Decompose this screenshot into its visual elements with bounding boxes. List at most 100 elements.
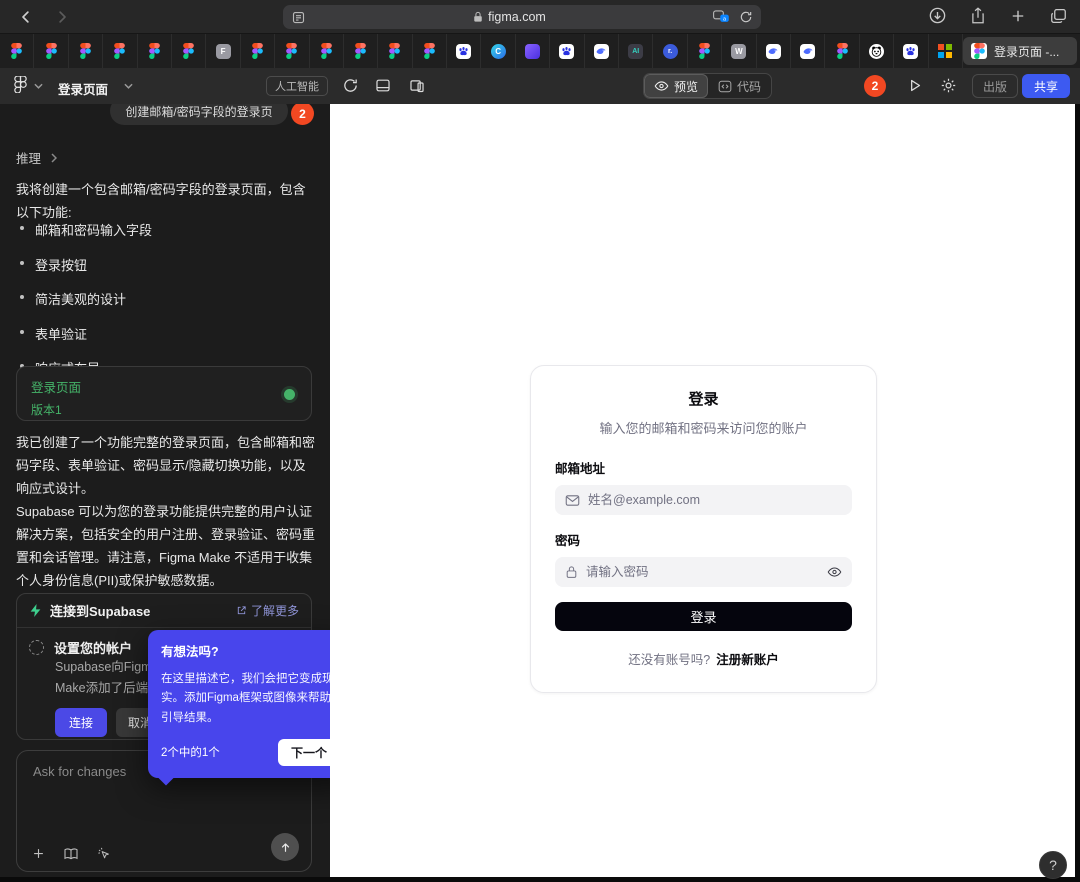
setup-account-title: 设置您的帐户 [54,638,132,657]
login-title: 登录 [555,388,852,409]
pinned-tab[interactable]: r. [653,34,687,68]
list-item: 表单验证 [18,324,152,343]
pinned-tab[interactable] [688,34,722,68]
book-icon[interactable] [63,846,79,861]
version-card-version: 版本1 [31,401,297,418]
reasoning-toggle[interactable]: 推理 [16,148,57,167]
gear-icon[interactable] [940,77,957,94]
signup-link[interactable]: 注册新账户 [716,653,779,667]
pinned-tab[interactable] [378,34,412,68]
downloads-icon[interactable] [928,6,947,25]
assistant-supabase-note: Supabase 可以为您的登录功能提供完整的用户认证解决方案，包括安全的用户注… [16,500,316,592]
lightning-bolt-icon [29,603,42,618]
email-input[interactable] [588,493,842,507]
message-count-badge: 2 [291,104,314,125]
pinned-tab[interactable]: AI [619,34,653,68]
r-circle-icon: r. [663,44,678,59]
pinned-tab[interactable] [34,34,68,68]
pinned-tab[interactable] [757,34,791,68]
browser-frame-icon[interactable] [374,77,392,94]
figma-icon [321,43,332,59]
connect-button[interactable]: 连接 [55,708,107,737]
version-card[interactable]: 登录页面 版本1 [16,366,312,421]
ms-squares-icon [938,44,952,58]
reader-view-icon[interactable] [291,10,306,25]
pinned-tab[interactable] [241,34,275,68]
password-input[interactable] [586,565,819,579]
make-toolbar: 登录页面 人工智能 预览 代码 2 出版 共享 [0,68,1080,104]
sparkle-cursor-icon[interactable] [96,846,112,861]
active-tab[interactable]: 登录页面 -... [963,37,1077,65]
figma-icon [183,43,194,59]
tab-code[interactable]: 代码 [708,74,771,98]
pinned-tab[interactable] [550,34,584,68]
browser-back-icon[interactable] [16,7,36,27]
version-card-title: 登录页面 [31,377,297,396]
login-card: 登录 输入您的邮箱和密码来访问您的账户 邮箱地址 密码 登录 还没有账号吗?注册… [530,365,877,693]
password-label: 密码 [555,530,852,549]
pinned-tab[interactable] [447,34,481,68]
figma-icon [149,43,160,59]
tab-overview-icon[interactable] [1049,6,1068,25]
pinned-tab[interactable] [516,34,550,68]
pinned-tab[interactable] [413,34,447,68]
pinned-tab[interactable] [585,34,619,68]
onboarding-tooltip: 有想法吗? 在这里描述它，我们会把它变成现实。添加Figma框架或图像来帮助引导… [148,630,330,778]
pinned-tab[interactable] [860,34,894,68]
pinned-tab[interactable] [929,34,963,68]
plus-icon[interactable] [31,846,46,861]
user-message-bubble: 创建邮箱/密码字段的登录页 [110,104,288,125]
close-icon[interactable] [328,645,330,657]
pinned-tab[interactable] [172,34,206,68]
email-label: 邮箱地址 [555,458,852,477]
translate-icon[interactable]: a [713,10,730,24]
layout-panels-icon[interactable] [408,77,426,94]
pinned-tab[interactable] [310,34,344,68]
ai-square-icon: AI [628,44,643,59]
learn-more-link[interactable]: 了解更多 [236,602,299,619]
pinned-tab[interactable] [138,34,172,68]
pinned-tab[interactable] [275,34,309,68]
figma-icon [286,43,297,59]
toggle-password-visibility-icon[interactable] [827,566,842,578]
pinned-tab[interactable] [344,34,378,68]
help-button[interactable]: ? [1039,851,1067,879]
address-bar[interactable]: figma.com a [283,5,761,29]
send-button[interactable] [271,833,299,861]
browser-forward-icon[interactable] [52,7,72,27]
login-submit-button[interactable]: 登录 [555,602,852,631]
email-field[interactable] [555,485,852,515]
share-icon[interactable] [969,6,987,25]
refresh-icon[interactable] [342,77,359,94]
pinned-tab[interactable] [69,34,103,68]
figma-icon [971,43,987,59]
whale-icon [766,44,781,59]
pinned-tab[interactable] [103,34,137,68]
pinned-tab[interactable]: C [481,34,515,68]
new-tab-icon[interactable] [1009,6,1027,25]
pinned-tab[interactable] [825,34,859,68]
figma-icon [252,43,263,59]
play-icon[interactable] [906,77,923,94]
share-button[interactable]: 共享 [1022,74,1070,98]
notification-badge[interactable]: 2 [864,75,886,97]
tab-preview[interactable]: 预览 [644,74,708,98]
figma-make-menu-icon[interactable] [12,76,29,93]
baidu-paw-icon [456,44,471,59]
figma-icon [424,43,435,59]
pinned-tab[interactable] [791,34,825,68]
reload-icon[interactable] [739,10,753,24]
file-name[interactable]: 登录页面 [58,79,108,98]
chevron-down-icon[interactable] [34,83,43,89]
reasoning-label: 推理 [16,148,41,167]
pinned-tab[interactable]: W [722,34,756,68]
password-field[interactable] [555,557,852,587]
chevron-down-icon[interactable] [124,83,133,89]
figma-icon [837,43,848,59]
publish-button[interactable]: 出版 [972,74,1018,98]
pinned-tab[interactable]: F [206,34,240,68]
next-button[interactable]: 下一个 [278,739,330,766]
pinned-tab[interactable] [0,34,34,68]
pinned-tab[interactable] [894,34,928,68]
preview-label: 预览 [674,78,698,95]
